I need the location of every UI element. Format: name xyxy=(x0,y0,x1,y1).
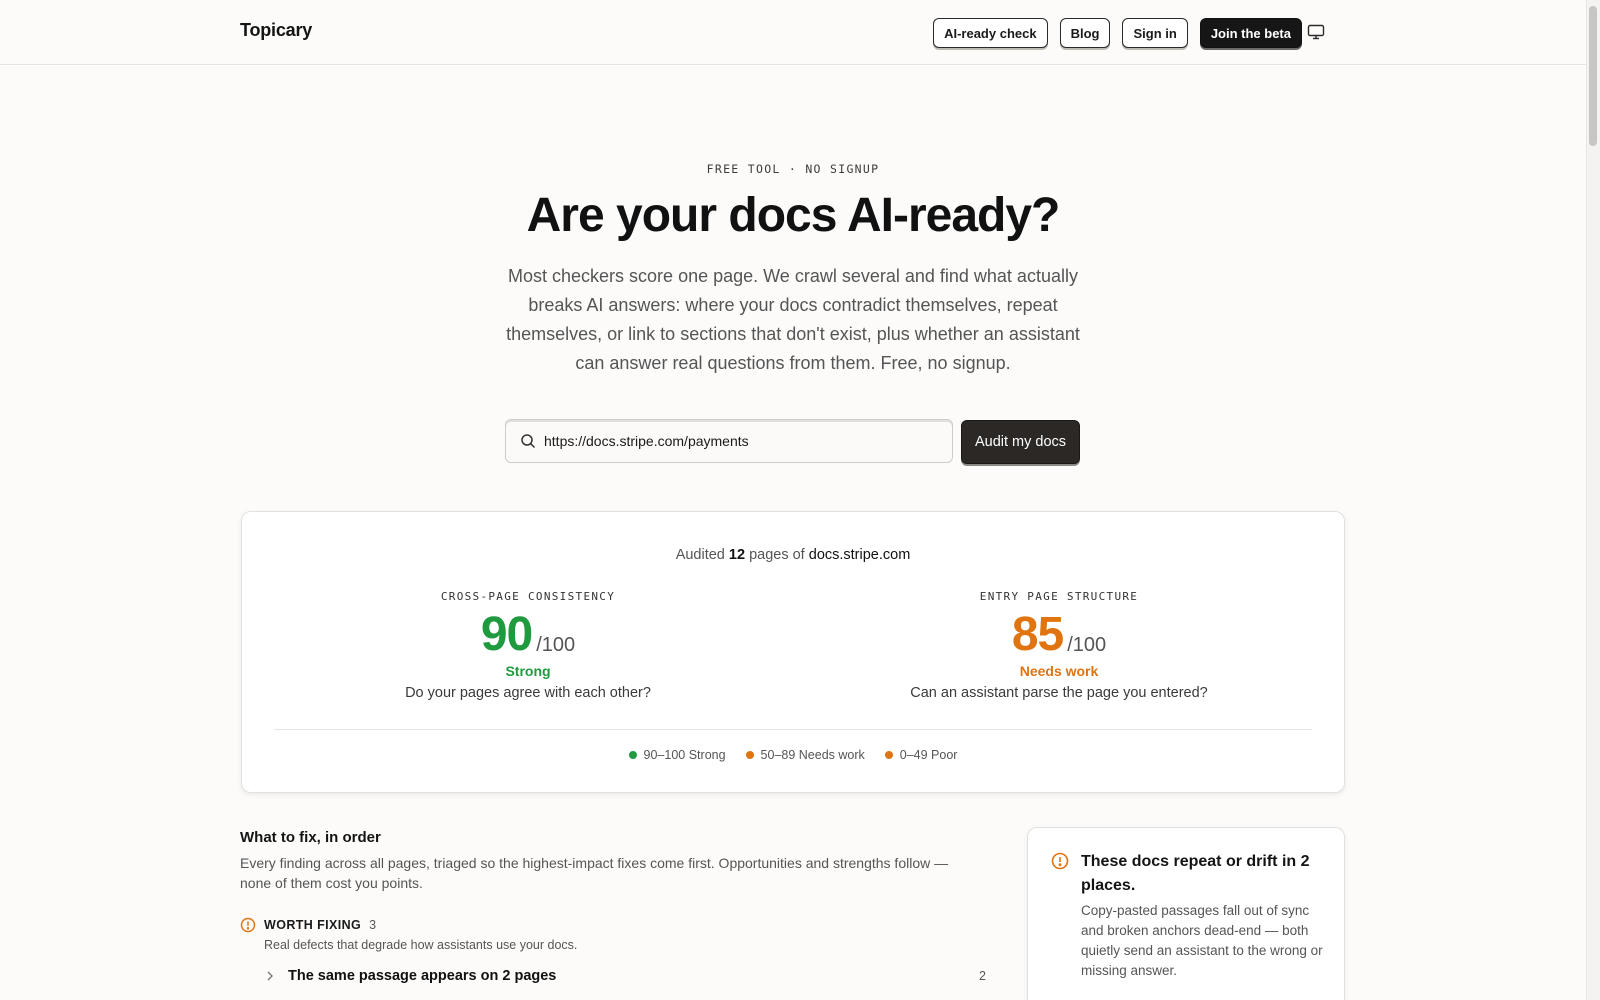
legend-dot xyxy=(628,751,637,759)
consistency-score: 90 xyxy=(480,608,533,661)
score-legend: 90–100 Strong 50–89 Needs work 0–49 Poor xyxy=(242,748,1344,762)
score-max: /100 xyxy=(1067,634,1107,656)
main-nav: AI-ready check Blog Sign in Join the bet… xyxy=(933,18,1302,48)
monitor-icon[interactable] xyxy=(1307,24,1325,40)
finding-title: The same passage appears on 2 pages xyxy=(288,968,557,984)
finding-row[interactable]: The same passage appears on 2 pages 2 xyxy=(264,968,986,984)
audit-results-card: Audited 12 pages of docs.stripe.com CROS… xyxy=(241,511,1345,793)
legend-label: 90–100 Strong xyxy=(643,748,726,762)
legend-item-needs-work: 50–89 Needs work xyxy=(745,748,865,762)
consistency-metric: CROSS-PAGE CONSISTENCY 90 /100 Strong Do… xyxy=(348,590,708,701)
fix-list-description: Every finding across all pages, triaged … xyxy=(240,855,949,891)
structure-metric: ENTRY PAGE STRUCTURE 85 /100 Needs work … xyxy=(879,590,1239,701)
legend-dot xyxy=(884,751,893,759)
chevron-right-icon xyxy=(267,971,273,981)
group-description: Real defects that degrade how assistants… xyxy=(264,938,578,952)
score-max: /100 xyxy=(536,634,576,656)
structure-verdict: Needs work xyxy=(1019,663,1099,679)
join-beta-button[interactable]: Join the beta xyxy=(1199,18,1302,48)
hero-eyebrow: FREE TOOL · NO SIGNUP xyxy=(706,162,880,176)
consistency-verdict: Strong xyxy=(505,663,551,679)
metric-label: CROSS-PAGE CONSISTENCY xyxy=(440,590,616,603)
structure-question: Can an assistant parse the page you ente… xyxy=(910,685,1208,701)
scrollbar-thumb[interactable] xyxy=(1589,6,1597,146)
sign-in-button[interactable]: Sign in xyxy=(1122,18,1188,48)
audited-mid: pages of xyxy=(749,547,805,563)
finding-count: 2 xyxy=(979,969,986,983)
legend-dot xyxy=(745,751,754,759)
divider xyxy=(274,729,1312,730)
top-navigation-bar: Topicary AI-ready check Blog Sign in Joi… xyxy=(0,0,1586,65)
brand-logo[interactable]: Topicary xyxy=(240,20,312,41)
legend-item-strong: 90–100 Strong xyxy=(628,748,726,762)
blog-button[interactable]: Blog xyxy=(1059,18,1111,48)
callout-title: These docs repeat or drift in 2 places. xyxy=(1081,853,1310,894)
alert-circle-icon xyxy=(240,917,256,933)
page-scrollbar[interactable] xyxy=(1586,0,1600,1000)
audited-prefix: Audited xyxy=(675,547,725,563)
alert-circle-icon xyxy=(1051,852,1069,870)
callout-body: Copy-pasted passages fall out of sync an… xyxy=(1081,903,1323,978)
url-search-box[interactable] xyxy=(505,419,953,463)
audited-domain: docs.stripe.com xyxy=(808,547,911,563)
hero-subtitle: Most checkers score one page. We crawl s… xyxy=(506,266,1080,373)
score-row: 90 /100 xyxy=(348,609,708,661)
fix-list-title: What to fix, in order xyxy=(240,829,381,846)
search-icon xyxy=(521,434,536,449)
legend-label: 50–89 Needs work xyxy=(760,748,865,762)
group-label: WORTH FIXING xyxy=(264,918,362,932)
hero-title: Are your docs AI-ready? xyxy=(526,189,1061,242)
pages-count: 12 xyxy=(728,547,746,563)
summary-callout-card: These docs repeat or drift in 2 places. … xyxy=(1027,827,1345,1000)
consistency-question: Do your pages agree with each other? xyxy=(405,685,651,701)
worth-fixing-group-header[interactable]: WORTH FIXING 3 xyxy=(240,917,376,933)
structure-score: 85 xyxy=(1011,608,1064,661)
legend-label: 0–49 Poor xyxy=(899,748,958,762)
audit-my-docs-button[interactable]: Audit my docs xyxy=(961,420,1080,464)
group-count: 3 xyxy=(369,918,377,932)
metric-label: ENTRY PAGE STRUCTURE xyxy=(979,590,1139,603)
audit-summary: Audited 12 pages of docs.stripe.com xyxy=(242,547,1344,563)
docs-url-input[interactable] xyxy=(544,433,952,449)
ai-ready-check-button[interactable]: AI-ready check xyxy=(933,18,1048,48)
score-row: 85 /100 xyxy=(879,609,1239,661)
legend-item-poor: 0–49 Poor xyxy=(884,748,958,762)
